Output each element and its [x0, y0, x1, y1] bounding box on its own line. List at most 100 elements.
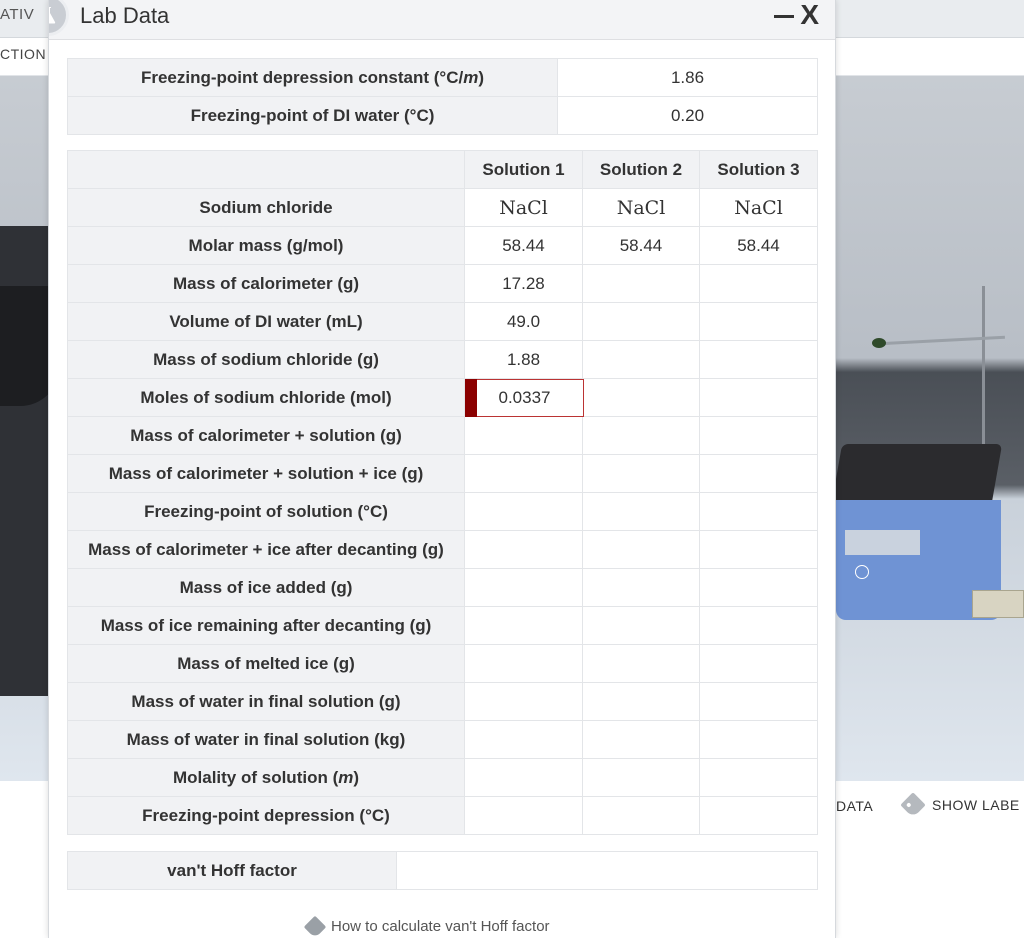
table-row: Mass of calorimeter + solution (g): [67, 416, 818, 455]
table-cell[interactable]: [464, 796, 583, 835]
show-labels-button[interactable]: SHOW LABE: [900, 792, 1020, 818]
table-cell: 58.44: [699, 226, 818, 265]
constant-row: Freezing-point of DI water (°C) 0.20: [67, 96, 818, 135]
vant-hoff-row: van't Hoff factor: [67, 851, 818, 890]
table-cell[interactable]: [582, 796, 700, 835]
table-row: Mass of ice added (g): [67, 568, 818, 607]
data-button[interactable]: DATA: [836, 798, 873, 814]
table-row: Freezing-point of solution (°C): [67, 492, 818, 531]
table-cell[interactable]: [464, 416, 583, 455]
table-cell[interactable]: [464, 492, 583, 531]
table-cell[interactable]: [699, 378, 818, 417]
table-cell: NaCl: [582, 188, 700, 227]
table-cell[interactable]: [699, 264, 818, 303]
table-row: Molar mass (g/mol) 58.44 58.44 58.44: [67, 226, 818, 265]
row-label: Moles of sodium chloride (mol): [67, 378, 465, 417]
row-label: Mass of sodium chloride (g): [67, 340, 465, 379]
table-cell[interactable]: [582, 682, 700, 721]
table-row: Volume of DI water (mL) 49.0: [67, 302, 818, 341]
app-subtab[interactable]: CTION: [0, 46, 46, 62]
active-input-cell[interactable]: 0.0337: [464, 378, 584, 417]
table-cell[interactable]: [582, 302, 700, 341]
constant-value: 1.86: [557, 58, 818, 97]
table-cell[interactable]: [464, 606, 583, 645]
table-cell[interactable]: [582, 758, 700, 797]
table-cell[interactable]: [582, 340, 700, 379]
row-label: Mass of ice remaining after decanting (g…: [67, 606, 465, 645]
flask-icon: [49, 0, 69, 36]
table-cell[interactable]: [699, 492, 818, 531]
dialog-header[interactable]: Lab Data X: [49, 0, 835, 40]
hotplate-knob-icon[interactable]: [855, 565, 869, 579]
table-cell[interactable]: [582, 378, 700, 417]
constant-label: Freezing-point of DI water (°C): [67, 96, 558, 135]
table-cell[interactable]: [464, 758, 583, 797]
row-label: Mass of calorimeter (g): [67, 264, 465, 303]
table-cell[interactable]: [699, 644, 818, 683]
table-cell[interactable]: [699, 758, 818, 797]
dialog-controls: X: [774, 0, 819, 30]
table-cell[interactable]: [582, 454, 700, 493]
table-cell[interactable]: [699, 796, 818, 835]
row-label: Sodium chloride: [67, 188, 465, 227]
table-row: Mass of sodium chloride (g) 1.88: [67, 340, 818, 379]
table-cell[interactable]: [582, 264, 700, 303]
table-header-row: Solution 1 Solution 2 Solution 3: [67, 150, 818, 189]
table-cell[interactable]: [699, 568, 818, 607]
table-cell[interactable]: [464, 720, 583, 759]
table-cell[interactable]: [464, 454, 583, 493]
constants-table: Freezing-point depression constant (°C/m…: [67, 58, 818, 135]
table-row: Mass of water in final solution (kg): [67, 720, 818, 759]
show-labels-label: SHOW LABE: [932, 797, 1020, 813]
table-cell[interactable]: [582, 530, 700, 569]
active-cell-value[interactable]: 0.0337: [465, 379, 584, 417]
active-cell-marker: [465, 379, 477, 417]
table-cell[interactable]: [582, 606, 700, 645]
header-corner: [67, 150, 465, 189]
table-cell[interactable]: [464, 530, 583, 569]
row-label: Mass of ice added (g): [67, 568, 465, 607]
column-header: Solution 1: [464, 150, 583, 189]
vant-hoff-input[interactable]: [396, 851, 818, 890]
table-row: Sodium chloride NaCl NaCl NaCl: [67, 188, 818, 227]
constant-label: Freezing-point depression constant (°C/m…: [67, 58, 558, 97]
table-cell[interactable]: [582, 492, 700, 531]
table-row: Mass of ice remaining after decanting (g…: [67, 606, 818, 645]
test-tube-rack[interactable]: [972, 590, 1024, 618]
table-cell: 58.44: [464, 226, 583, 265]
table-cell[interactable]: [582, 720, 700, 759]
dialog-title: Lab Data: [80, 3, 170, 28]
table-cell[interactable]: [582, 644, 700, 683]
table-cell[interactable]: [699, 340, 818, 379]
table-cell[interactable]: [699, 606, 818, 645]
row-label: Mass of calorimeter + solution (g): [67, 416, 465, 455]
column-header: Solution 3: [699, 150, 818, 189]
table-cell[interactable]: [464, 568, 583, 607]
row-label: Mass of calorimeter + ice after decantin…: [67, 530, 465, 569]
constant-row: Freezing-point depression constant (°C/m…: [67, 58, 818, 97]
row-label: Freezing-point depression (°C): [67, 796, 465, 835]
column-header: Solution 2: [582, 150, 700, 189]
lab-data-dialog: Lab Data X Freezing-point depression con…: [48, 0, 836, 938]
table-row: Mass of calorimeter + ice after decantin…: [67, 530, 818, 569]
table-cell[interactable]: [582, 568, 700, 607]
close-button[interactable]: X: [800, 0, 819, 30]
table-row: Molality of solution (m): [67, 758, 818, 797]
table-cell[interactable]: [582, 416, 700, 455]
table-cell[interactable]: [699, 682, 818, 721]
minimize-button[interactable]: [774, 0, 795, 30]
table-cell[interactable]: [699, 454, 818, 493]
thermometer-clamp[interactable]: [872, 338, 886, 348]
vant-hoff-table: van't Hoff factor: [67, 851, 818, 890]
table-cell[interactable]: [699, 530, 818, 569]
table-cell[interactable]: [699, 720, 818, 759]
table-cell[interactable]: [699, 302, 818, 341]
help-tag-icon: [303, 915, 327, 938]
row-label: Freezing-point of solution (°C): [67, 492, 465, 531]
table-cell[interactable]: [699, 416, 818, 455]
table-cell[interactable]: [464, 644, 583, 683]
row-label: Mass of calorimeter + solution + ice (g): [67, 454, 465, 493]
hotplate-display: [845, 530, 920, 555]
table-cell[interactable]: [464, 682, 583, 721]
help-link[interactable]: How to calculate van't Hoff factor: [303, 915, 550, 938]
